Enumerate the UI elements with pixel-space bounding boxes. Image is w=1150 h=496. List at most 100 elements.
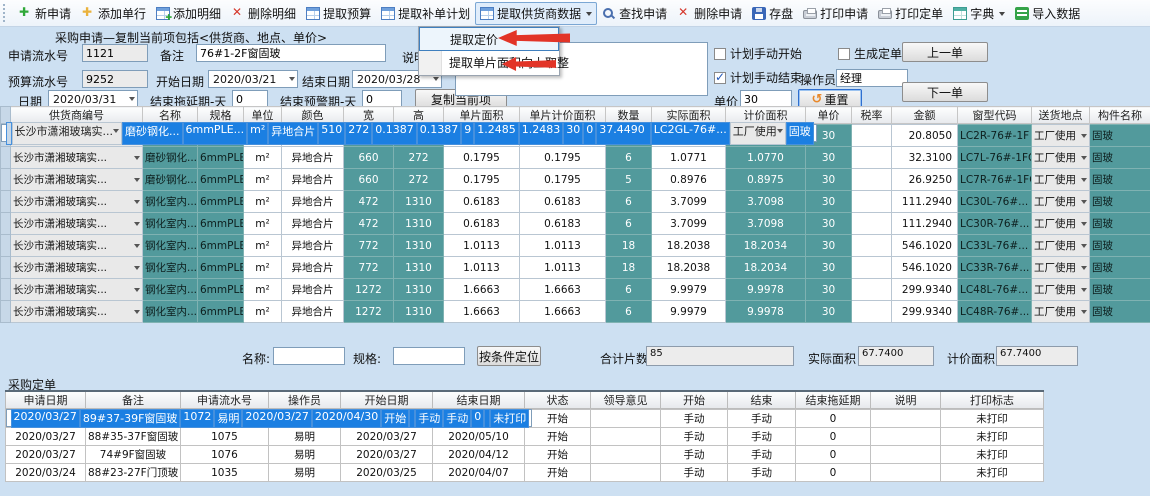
cell[interactable]: LC30L-76#... [958, 191, 1032, 213]
column-header[interactable]: 金额 [892, 107, 958, 124]
cell[interactable]: 6 [606, 213, 652, 235]
cell[interactable]: 6 [606, 191, 652, 213]
cell[interactable]: 472 [344, 213, 394, 235]
cell[interactable]: 3.7099 [652, 191, 726, 213]
cell[interactable]: 未打印 [941, 464, 1044, 482]
cell[interactable] [871, 464, 941, 482]
cell[interactable]: 660 [344, 147, 394, 169]
combo-cell[interactable]: 工厂使用 [1032, 235, 1090, 257]
cell[interactable]: 0 [796, 446, 871, 464]
cell[interactable]: m² [244, 301, 282, 323]
combo-cell[interactable]: 工厂使用 [1032, 169, 1090, 191]
cell[interactable]: 1.0113 [444, 257, 520, 279]
budget-input[interactable] [82, 70, 148, 88]
cell[interactable]: 2020/03/27 [11, 409, 80, 428]
cell[interactable]: 6 [606, 147, 652, 169]
cell[interactable]: LC33R-76#... [958, 257, 1032, 279]
toolbar-button-new-request[interactable]: 新申请 [13, 2, 76, 25]
combo-cell[interactable]: 长沙市潇湘玻璃实... [12, 122, 123, 145]
toolbar-button-extract-supplement-plan[interactable]: 提取补单计划 [376, 2, 475, 25]
cell[interactable]: 易明 [269, 428, 341, 446]
cell[interactable]: 异地合片 [282, 301, 344, 323]
cell[interactable] [852, 257, 892, 279]
toolbar-button-extract-budget[interactable]: 提取预算 [301, 2, 376, 25]
combo-cell[interactable]: 长沙市潇湘玻璃实... [11, 235, 143, 257]
cell[interactable]: 0 [471, 409, 484, 428]
column-header[interactable]: 税率 [852, 107, 892, 124]
cell[interactable]: 299.9340 [892, 279, 958, 301]
cell[interactable]: 660 [344, 169, 394, 191]
cell[interactable]: 6mmPLE... [198, 301, 244, 323]
manual-end-checkbox[interactable]: 计划手动结束 [714, 69, 802, 86]
cell[interactable]: 18 [606, 257, 652, 279]
cell[interactable]: 1310 [394, 301, 444, 323]
previous-order-button[interactable]: 上一单 [902, 42, 988, 62]
cell[interactable]: 手动 [728, 446, 796, 464]
cell[interactable]: 手动 [415, 409, 443, 428]
locate-by-condition-button[interactable]: 按条件定位 [477, 346, 541, 366]
cell[interactable]: 299.9340 [892, 301, 958, 323]
cell[interactable]: 1310 [394, 235, 444, 257]
combo-cell[interactable]: 工厂使用 [1032, 257, 1090, 279]
cell[interactable]: 0.1795 [444, 147, 520, 169]
cell[interactable]: 异地合片 [282, 235, 344, 257]
cell[interactable]: 2020/03/25 [341, 464, 433, 482]
cell[interactable] [852, 147, 892, 169]
cell[interactable]: m² [244, 279, 282, 301]
cell[interactable]: 1072 [180, 409, 214, 428]
cell[interactable] [591, 428, 661, 446]
cell[interactable]: m² [247, 122, 268, 145]
cell[interactable]: 30 [563, 122, 583, 145]
cell[interactable]: 手动 [728, 464, 796, 482]
cell[interactable]: 0.1795 [444, 169, 520, 191]
toolbar-button-add-detail[interactable]: 添加明细 [151, 2, 226, 25]
cell[interactable]: 异地合片 [282, 147, 344, 169]
cell[interactable]: 18.2034 [726, 235, 806, 257]
cell[interactable]: 易明 [269, 464, 341, 482]
column-header[interactable]: 结束 [728, 391, 796, 409]
cell[interactable]: 钢化室内... [143, 235, 198, 257]
column-header[interactable]: 开始 [661, 391, 728, 409]
cell[interactable]: LC30R-76#... [958, 213, 1032, 235]
cell[interactable]: 0 [796, 410, 871, 428]
cell[interactable]: 开始 [525, 446, 591, 464]
cell[interactable]: 手动 [661, 410, 728, 428]
cell[interactable]: 3.7099 [652, 213, 726, 235]
cell[interactable]: 0.6183 [444, 213, 520, 235]
cell[interactable]: m² [244, 169, 282, 191]
toolbar-button-save[interactable]: 存盘 [747, 2, 798, 25]
cell[interactable] [852, 279, 892, 301]
cell[interactable]: 2020/03/24 [6, 464, 86, 482]
cell[interactable]: 2020/03/27 [341, 446, 433, 464]
column-header[interactable]: 打印标志 [941, 391, 1044, 409]
cell[interactable]: 钢化室内... [143, 279, 198, 301]
generate-order-checkbox[interactable]: 生成定单 [838, 45, 902, 62]
cell[interactable]: 30 [806, 191, 852, 213]
cell[interactable]: 0.1387 [372, 122, 417, 145]
column-header[interactable]: 领导意见 [591, 391, 661, 409]
cell[interactable]: 26.9250 [892, 169, 958, 191]
combo-cell[interactable]: 长沙市潇湘玻璃实... [11, 169, 143, 191]
cell[interactable]: 9.9979 [652, 279, 726, 301]
toolbar-button-add-row[interactable]: 添加单行 [76, 2, 151, 25]
spec-filter-input[interactable] [393, 347, 465, 365]
combo-cell[interactable]: 长沙市潇湘玻璃实... [11, 301, 143, 323]
cell[interactable] [852, 301, 892, 323]
cell[interactable]: 1035 [181, 464, 269, 482]
cell[interactable]: 30 [806, 279, 852, 301]
cell[interactable]: 钢化室内... [143, 301, 198, 323]
cell[interactable]: 3.7098 [726, 213, 806, 235]
cell[interactable]: 472 [344, 191, 394, 213]
cell[interactable]: 固玻 [1090, 125, 1150, 147]
cell[interactable]: 32.3100 [892, 147, 958, 169]
combo-cell[interactable]: 工厂使用 [1032, 147, 1090, 169]
cell[interactable]: LC33L-76#... [958, 235, 1032, 257]
cell[interactable]: m² [244, 191, 282, 213]
toolbar-button-delete-detail[interactable]: 删除明细 [226, 2, 301, 25]
cell[interactable]: 0.6183 [520, 213, 606, 235]
cell[interactable]: 磨砂钢化... [143, 169, 198, 191]
cell[interactable]: 37.4490 [596, 122, 651, 145]
next-order-button[interactable]: 下一单 [902, 82, 988, 102]
combo-cell[interactable]: 长沙市潇湘玻璃实... [11, 147, 143, 169]
cell[interactable]: 开始 [525, 464, 591, 482]
